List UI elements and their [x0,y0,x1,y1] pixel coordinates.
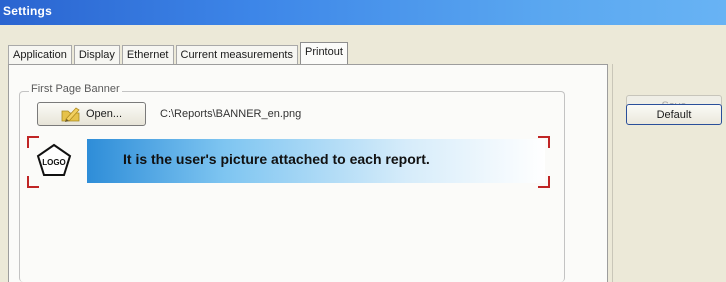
crop-corner-bottom-right [538,176,550,188]
tab-ethernet[interactable]: Ethernet [121,45,174,64]
window-title: Settings [3,4,52,18]
tab-application[interactable]: Application [8,45,72,64]
banner-text: It is the user's picture attached to eac… [123,151,430,167]
file-path: C:\Reports\BANNER_en.png [160,108,302,120]
tab-strip: Application Display Ethernet Current mea… [8,42,350,65]
crop-corner-top-right [538,136,550,148]
tab-printout[interactable]: Printout [300,42,348,65]
panel-divider [612,64,613,282]
open-button[interactable]: Open... [37,102,146,126]
default-button[interactable]: Default [626,104,722,125]
open-button-label: Open... [85,108,123,120]
tab-display[interactable]: Display [73,45,120,64]
banner-preview: LOGO It is the user's picture attached t… [27,136,550,188]
title-bar: Settings [0,0,726,25]
tab-current-measurements[interactable]: Current measurements [175,45,298,64]
pentagon-logo-icon: LOGO [36,143,72,176]
group-label: First Page Banner [29,83,122,95]
pencil-folder-icon [61,107,80,122]
logo-text: LOGO [42,158,66,167]
crop-corner-bottom-left [27,176,39,188]
